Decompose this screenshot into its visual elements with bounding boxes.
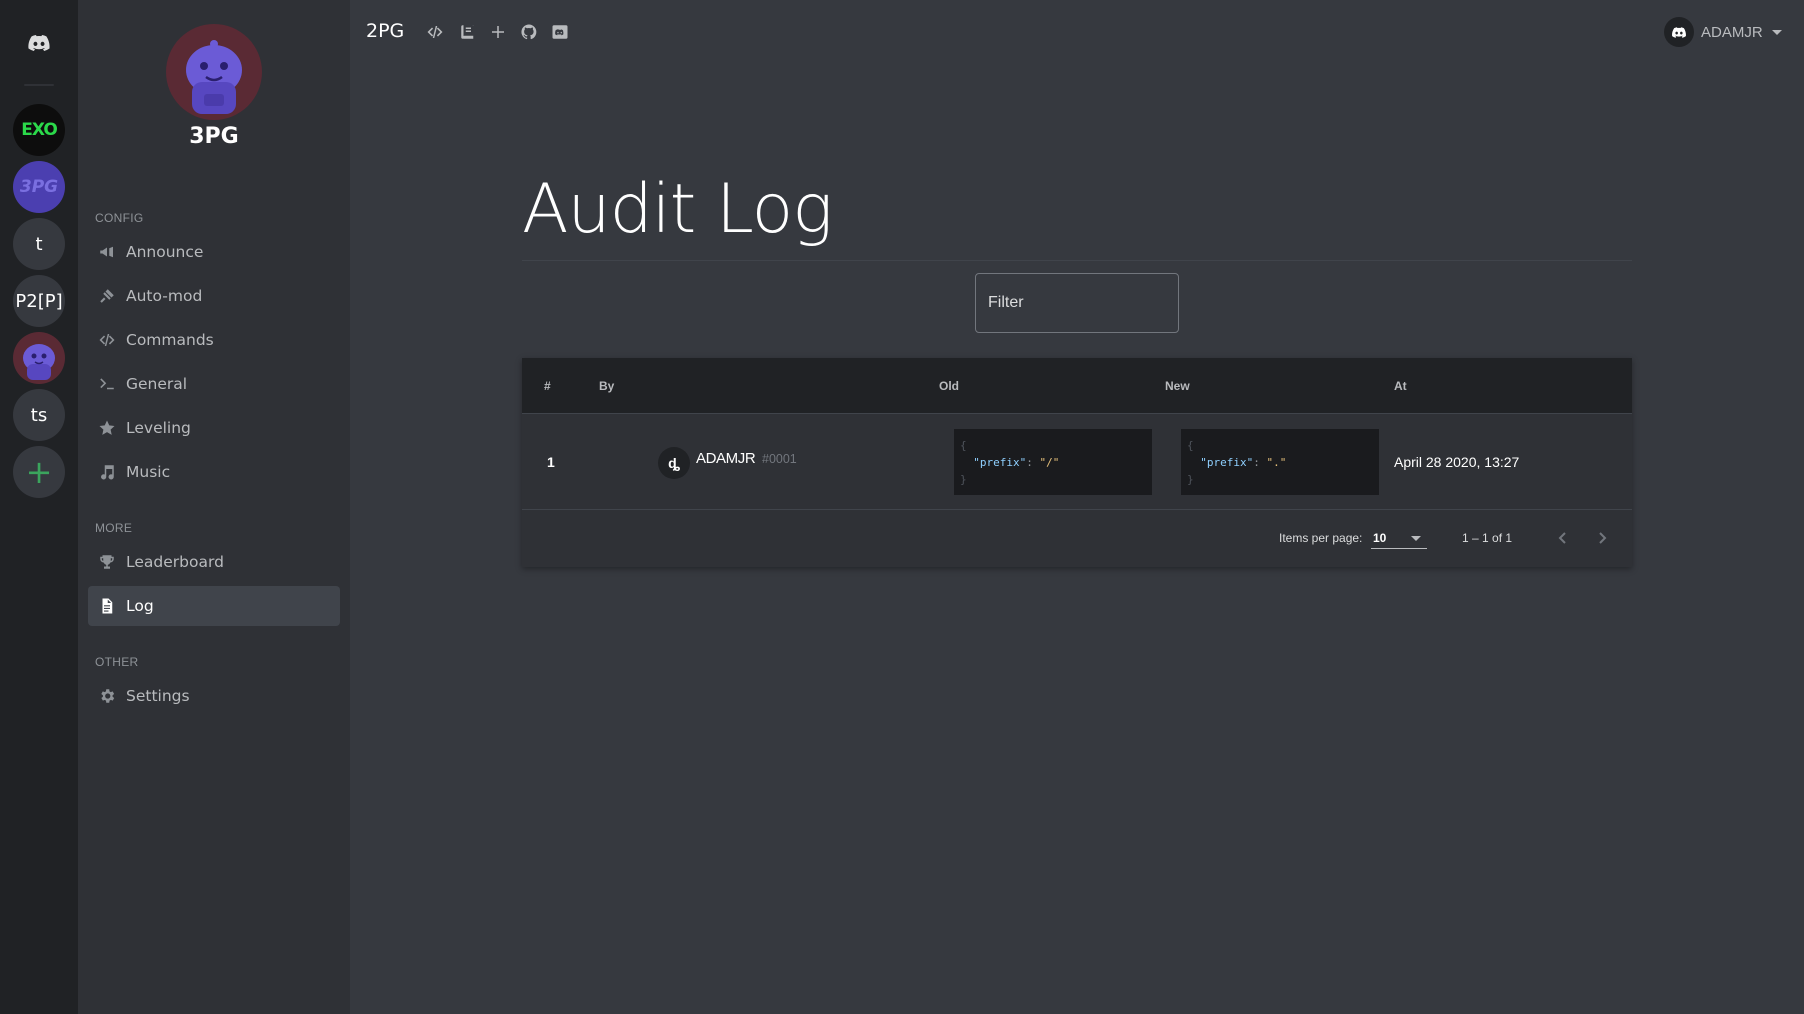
nav-announce[interactable]: Announce (88, 232, 340, 272)
sidebar: 3PG CONFIG Announce Auto-mod Commands Ge… (78, 0, 350, 1014)
chevron-right-icon (1599, 532, 1607, 544)
section-other-label: OTHER (95, 655, 139, 669)
header-by[interactable]: By (599, 379, 614, 393)
page-range: 1 – 1 of 1 (1462, 531, 1513, 545)
row-user-discriminator: #0001 (762, 452, 797, 466)
nav-leveling[interactable]: Leveling (88, 408, 340, 448)
nav-leaderboard[interactable]: Leaderboard (88, 542, 340, 582)
row-timestamp: April 28 2020, 13:27 (1394, 454, 1520, 470)
brand-title[interactable]: 2PG (366, 20, 404, 42)
title-divider (522, 260, 1632, 261)
gear-icon (96, 685, 118, 707)
trophy-icon (96, 551, 118, 573)
server-rail: EXO 3PG t P2[P] ts + (0, 0, 78, 1014)
table-row[interactable]: 1 ȡ ADAMJR #0001 { "prefix": "/" } { "pr… (522, 414, 1632, 510)
bot-avatar-icon (23, 344, 55, 380)
user-menu[interactable]: ADAMJR (1664, 15, 1782, 49)
book-icon[interactable] (458, 22, 478, 42)
plus-icon[interactable] (488, 22, 508, 42)
chevron-down-icon (1411, 536, 1421, 541)
document-icon (96, 595, 118, 617)
discord-icon (1672, 26, 1686, 38)
guild-3pg[interactable]: 3PG (13, 161, 65, 213)
gavel-icon (96, 285, 118, 307)
nav-automod[interactable]: Auto-mod (88, 276, 340, 316)
nav-log[interactable]: Log (88, 586, 340, 626)
header-new[interactable]: New (1165, 379, 1190, 393)
chevron-down-icon (1771, 29, 1782, 35)
row-number: 1 (547, 454, 555, 470)
megaphone-icon (96, 241, 118, 263)
user-avatar (1664, 17, 1694, 47)
plus-icon: + (25, 453, 53, 491)
next-page-button[interactable] (1588, 524, 1616, 552)
username: ADAMJR (1701, 23, 1763, 41)
guild-t[interactable]: t (13, 218, 65, 270)
filter-field[interactable] (975, 273, 1179, 333)
guild-p2p[interactable]: P2[P] (13, 275, 65, 327)
nav-commands[interactable]: Commands (88, 320, 340, 360)
chevron-left-icon (1558, 532, 1566, 544)
audit-log-table: # By Old New At 1 ȡ ADAMJR #0001 { "pref… (522, 358, 1632, 567)
nav-music[interactable]: Music (88, 452, 340, 492)
music-note-icon (96, 461, 118, 483)
discord-icon (28, 35, 50, 51)
guild-bot-avatar[interactable] (13, 332, 65, 384)
terminal-icon (96, 373, 118, 395)
guild-ts[interactable]: ts (13, 389, 65, 441)
add-server-button[interactable]: + (13, 446, 65, 498)
previous-page-button[interactable] (1549, 524, 1577, 552)
paginator: Items per page: 10 1 – 1 of 1 (522, 511, 1632, 567)
discord-icon[interactable] (550, 22, 570, 42)
new-value-code: { "prefix": "." } (1181, 429, 1379, 495)
nav-settings[interactable]: Settings (88, 676, 340, 716)
section-more-label: MORE (95, 521, 133, 535)
user-avatar: ȡ (658, 447, 690, 479)
page-title: Audit Log (522, 170, 833, 249)
bot-name: 3PG (189, 124, 239, 149)
items-per-page-label: Items per page: (1279, 531, 1363, 545)
nav-general[interactable]: General (88, 364, 340, 404)
header-num[interactable]: # (544, 379, 551, 393)
header-at[interactable]: At (1394, 379, 1407, 393)
guild-exo[interactable]: EXO (13, 104, 65, 156)
row-user-name: ADAMJR (696, 450, 756, 467)
old-value-code: { "prefix": "/" } (954, 429, 1152, 495)
rail-separator (24, 84, 54, 86)
code-icon[interactable] (425, 22, 445, 42)
table-header: # By Old New At (522, 358, 1632, 414)
github-icon[interactable] (519, 22, 539, 42)
filter-input[interactable] (976, 274, 1178, 332)
code-icon (96, 329, 118, 351)
items-per-page-select[interactable]: 10 (1371, 525, 1427, 549)
header-old[interactable]: Old (939, 379, 959, 393)
section-config-label: CONFIG (95, 211, 144, 225)
star-icon (96, 417, 118, 439)
discord-home-button[interactable] (19, 23, 59, 63)
bot-avatar (166, 24, 262, 120)
